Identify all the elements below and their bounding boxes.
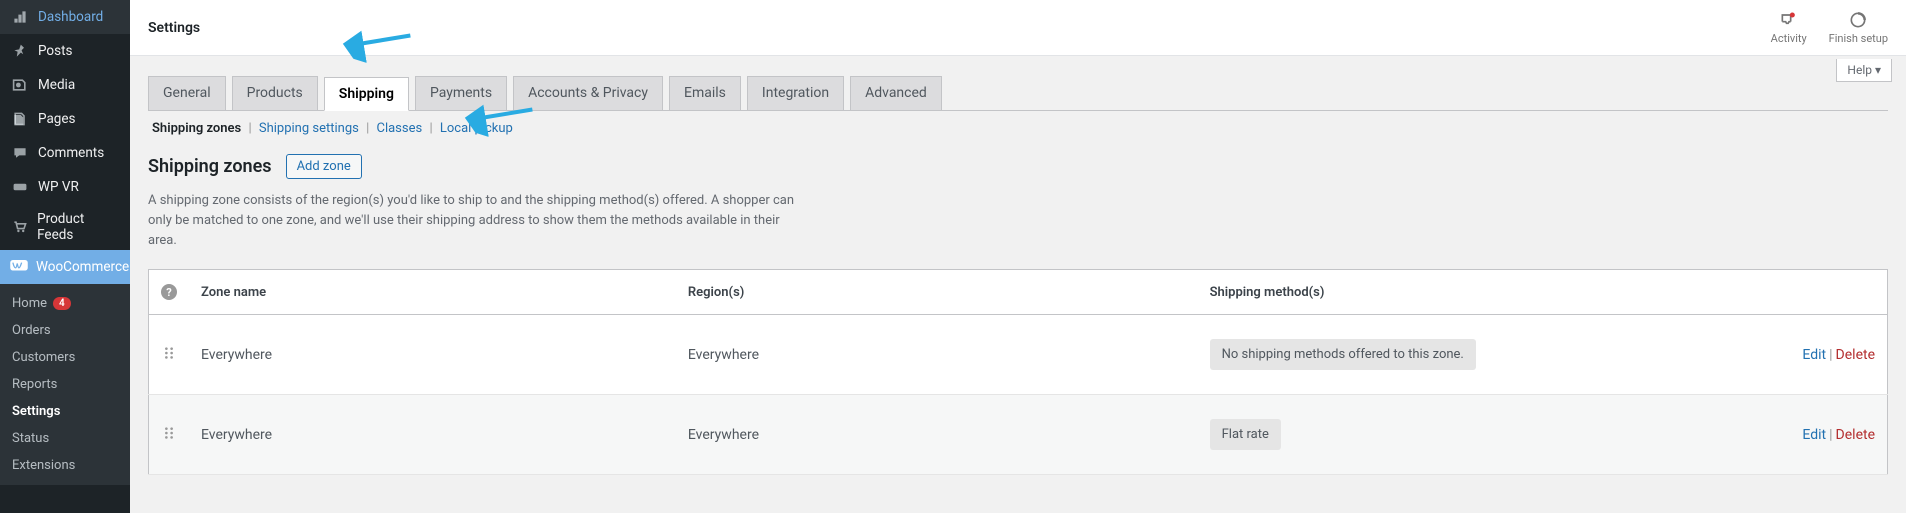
drag-handle[interactable] [149, 395, 190, 475]
help-label: Help [1847, 63, 1872, 77]
methods-header: Shipping method(s) [1198, 270, 1768, 315]
inbox-icon [1779, 10, 1799, 30]
drag-icon [162, 346, 176, 360]
drag-icon [162, 426, 176, 440]
sidebar-item-woocommerce[interactable]: WooCommerce [0, 250, 130, 284]
pages-icon [10, 109, 30, 129]
subtab-classes[interactable]: Classes [376, 121, 422, 136]
sidebar-item-product-feeds[interactable]: Product Feeds [0, 204, 130, 250]
shipping-subtabs: Shipping zones | Shipping settings | Cla… [148, 110, 1888, 154]
sub-item-customers[interactable]: Customers [0, 344, 130, 371]
zone-name-header: Zone name [189, 270, 676, 315]
sidebar-item-label: Media [38, 77, 75, 93]
sidebar-item-comments[interactable]: Comments [0, 136, 130, 170]
help-icon[interactable]: ? [161, 284, 177, 300]
vr-icon [10, 177, 30, 197]
help-button[interactable]: Help ▾ [1836, 59, 1892, 82]
dashboard-icon [10, 7, 30, 27]
sub-item-reports[interactable]: Reports [0, 371, 130, 398]
section-title: Shipping zones [148, 156, 272, 177]
sidebar-item-label: Pages [38, 111, 76, 127]
region-cell: Everywhere [676, 315, 1198, 395]
sidebar-item-dashboard[interactable]: Dashboard [0, 0, 130, 34]
settings-tabs: General Products Shipping Payments Accou… [148, 76, 1888, 110]
progress-icon [1848, 10, 1868, 30]
sub-item-home[interactable]: Home 4 [0, 290, 130, 317]
delete-link[interactable]: Delete [1836, 427, 1875, 443]
tab-advanced[interactable]: Advanced [850, 76, 942, 110]
page-title: Settings [148, 20, 200, 36]
finish-setup-label: Finish setup [1829, 32, 1888, 45]
sidebar-item-label: Comments [38, 145, 104, 161]
comment-icon [10, 143, 30, 163]
sidebar-item-pages[interactable]: Pages [0, 102, 130, 136]
sub-item-extensions[interactable]: Extensions [0, 452, 130, 479]
activity-label: Activity [1771, 32, 1807, 45]
admin-sidebar: Dashboard Posts Media Pages Comments WP … [0, 0, 130, 513]
subtab-local-pickup[interactable]: Local pickup [440, 121, 513, 136]
sub-item-label: Extensions [12, 458, 75, 473]
topbar: Settings Activity Finish setup [130, 0, 1906, 56]
method-cell: No shipping methods offered to this zone… [1198, 315, 1768, 395]
sub-item-label: Customers [12, 350, 75, 365]
topbar-actions: Activity Finish setup [1771, 10, 1888, 45]
woocommerce-submenu: Home 4 Orders Customers Reports Settings… [0, 284, 130, 485]
sidebar-item-label: Product Feeds [37, 211, 120, 243]
cart-icon [10, 217, 29, 237]
add-zone-button[interactable]: Add zone [286, 154, 362, 179]
sub-item-orders[interactable]: Orders [0, 317, 130, 344]
pin-icon [10, 41, 30, 61]
sidebar-item-label: WP VR [38, 179, 79, 195]
sub-item-label: Settings [12, 404, 60, 419]
sidebar-item-posts[interactable]: Posts [0, 34, 130, 68]
row-actions: Edit|Delete [1768, 395, 1888, 475]
table-row: Everywhere Everywhere No shipping method… [149, 315, 1888, 395]
sidebar-item-media[interactable]: Media [0, 68, 130, 102]
tab-products[interactable]: Products [232, 76, 318, 110]
zone-name-cell[interactable]: Everywhere [189, 395, 676, 475]
sub-item-label: Home [12, 296, 47, 311]
content-area: Settings Activity Finish setup Help ▾ Ge… [130, 0, 1906, 513]
zone-name-cell[interactable]: Everywhere [189, 315, 676, 395]
sub-item-status[interactable]: Status [0, 425, 130, 452]
sidebar-item-wpvr[interactable]: WP VR [0, 170, 130, 204]
region-cell: Everywhere [676, 395, 1198, 475]
sub-item-label: Status [12, 431, 49, 446]
delete-link[interactable]: Delete [1836, 347, 1875, 363]
shipping-zones-table: ? Zone name Region(s) Shipping method(s)… [148, 269, 1888, 475]
tab-integration[interactable]: Integration [747, 76, 844, 110]
edit-link[interactable]: Edit [1802, 347, 1826, 363]
sidebar-item-label: Dashboard [38, 9, 103, 25]
home-badge: 4 [53, 297, 71, 310]
row-actions: Edit|Delete [1768, 315, 1888, 395]
tab-emails[interactable]: Emails [669, 76, 741, 110]
subtab-shipping-settings[interactable]: Shipping settings [259, 121, 359, 136]
drag-handle[interactable] [149, 315, 190, 395]
method-badge: Flat rate [1210, 419, 1281, 450]
activity-button[interactable]: Activity [1771, 10, 1807, 45]
help-col-header: ? [149, 270, 190, 315]
sidebar-item-label: Posts [38, 43, 72, 59]
table-row: Everywhere Everywhere Flat rate Edit|Del… [149, 395, 1888, 475]
tab-shipping[interactable]: Shipping [324, 77, 409, 111]
tab-accounts-privacy[interactable]: Accounts & Privacy [513, 76, 663, 110]
sidebar-item-label: WooCommerce [36, 259, 129, 275]
tab-payments[interactable]: Payments [415, 76, 507, 110]
subtab-shipping-zones[interactable]: Shipping zones [152, 121, 241, 136]
finish-setup-button[interactable]: Finish setup [1829, 10, 1888, 45]
sub-item-settings[interactable]: Settings [0, 398, 130, 425]
media-icon [10, 75, 30, 95]
tab-general[interactable]: General [148, 76, 226, 110]
woo-icon [10, 257, 28, 277]
edit-link[interactable]: Edit [1802, 427, 1826, 443]
section-description: A shipping zone consists of the region(s… [148, 191, 808, 251]
sub-item-label: Reports [12, 377, 57, 392]
sub-item-label: Orders [12, 323, 51, 338]
method-badge: No shipping methods offered to this zone… [1210, 339, 1476, 370]
regions-header: Region(s) [676, 270, 1198, 315]
method-cell: Flat rate [1198, 395, 1768, 475]
